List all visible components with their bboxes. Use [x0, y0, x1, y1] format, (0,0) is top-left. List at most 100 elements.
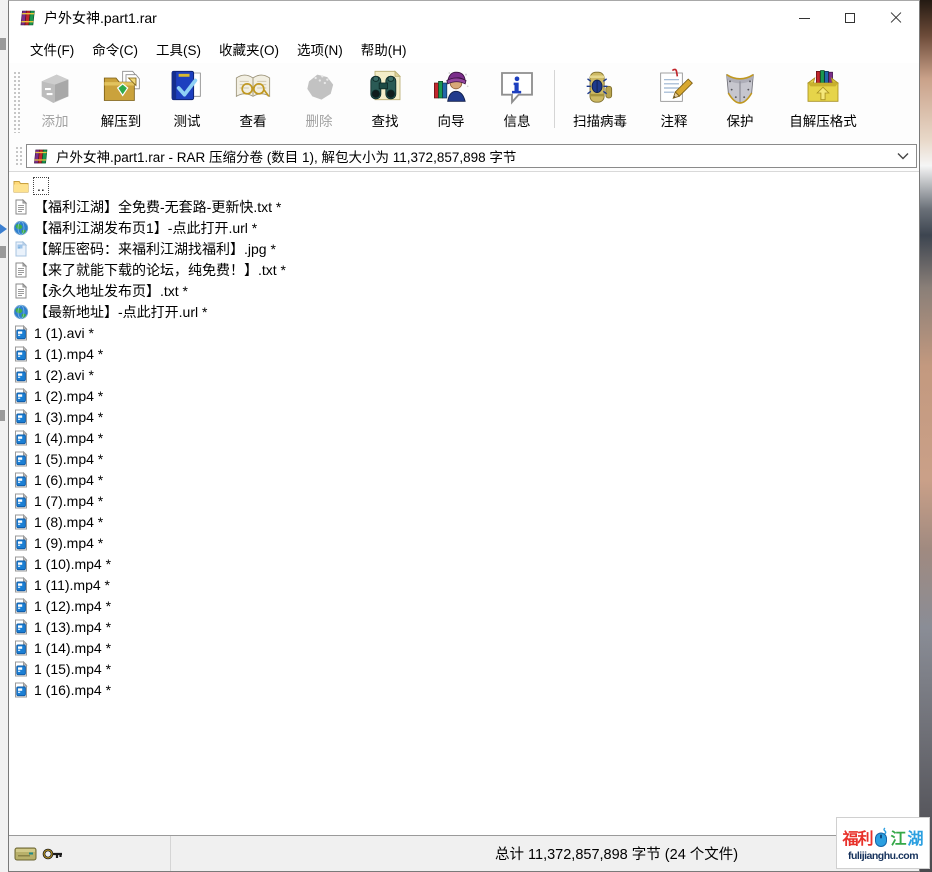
- file-row[interactable]: 【来了就能下载的论坛，纯免费！】.txt *: [13, 259, 919, 280]
- file-row[interactable]: 1 (14).mp4 *: [13, 637, 919, 658]
- archive-path-text: 户外女神.part1.rar - RAR 压缩分卷 (数目 1), 解包大小为 …: [56, 146, 894, 166]
- file-row[interactable]: 1 (3).mp4 *: [13, 406, 919, 427]
- chevron-down-icon[interactable]: [894, 152, 912, 160]
- key-icon[interactable]: [42, 844, 64, 864]
- menu-tools[interactable]: 工具(S): [147, 36, 210, 62]
- maximize-button[interactable]: [827, 1, 873, 35]
- menu-file[interactable]: 文件(F): [21, 36, 83, 62]
- file-name: 【解压密码：来福利江湖找福利】.jpg *: [34, 239, 276, 259]
- file-row[interactable]: 1 (4).mp4 *: [13, 427, 919, 448]
- maximize-icon: [845, 13, 855, 23]
- wizard-icon: [429, 68, 473, 108]
- media-file-icon: [13, 451, 29, 467]
- toolbar-button-view[interactable]: 查看: [220, 67, 286, 130]
- desktop-fragment: [0, 410, 5, 421]
- toolbar-button-test[interactable]: 测试: [154, 67, 220, 130]
- toolbar-button-label: 解压到: [101, 110, 142, 130]
- file-row[interactable]: 【解压密码：来福利江湖找福利】.jpg *: [13, 238, 919, 259]
- drive-icon[interactable]: [14, 844, 38, 864]
- media-file-icon: [13, 514, 29, 530]
- file-row[interactable]: 1 (11).mp4 *: [13, 574, 919, 595]
- file-name: 1 (8).mp4 *: [34, 514, 103, 530]
- extract-icon: [99, 68, 143, 108]
- addressbar-gripper[interactable]: [15, 146, 22, 166]
- file-row[interactable]: 1 (9).mp4 *: [13, 532, 919, 553]
- file-row[interactable]: 1 (7).mp4 *: [13, 490, 919, 511]
- file-name: 【永久地址发布页】.txt *: [34, 281, 188, 301]
- toolbar-button-label: 扫描病毒: [573, 110, 627, 130]
- address-bar: 户外女神.part1.rar - RAR 压缩分卷 (数目 1), 解包大小为 …: [9, 141, 919, 171]
- toolbar-button-sfx[interactable]: 自解压格式: [773, 67, 873, 130]
- toolbar-button-info[interactable]: 信息: [484, 67, 550, 130]
- test-icon: [165, 68, 209, 108]
- toolbar-button-label: 自解压格式: [789, 110, 857, 130]
- file-name: 1 (2).mp4 *: [34, 388, 103, 404]
- media-file-icon: [13, 682, 29, 698]
- toolbar-button-label: 添加: [42, 110, 69, 130]
- archive-path-combo[interactable]: 户外女神.part1.rar - RAR 压缩分卷 (数目 1), 解包大小为 …: [26, 144, 917, 168]
- toolbar-separator: [554, 70, 555, 128]
- media-file-icon: [13, 388, 29, 404]
- file-row[interactable]: ..: [13, 175, 919, 196]
- file-row[interactable]: 1 (2).avi *: [13, 364, 919, 385]
- file-row[interactable]: 1 (12).mp4 *: [13, 595, 919, 616]
- file-row[interactable]: 1 (16).mp4 *: [13, 679, 919, 700]
- file-name: 1 (1).avi *: [34, 325, 94, 341]
- file-name: 1 (7).mp4 *: [34, 493, 103, 509]
- toolbar-button-wizard[interactable]: 向导: [418, 67, 484, 130]
- comment-icon: [652, 68, 696, 108]
- file-row[interactable]: 1 (2).mp4 *: [13, 385, 919, 406]
- desktop-sliver-left: [0, 0, 8, 872]
- media-file-icon: [13, 409, 29, 425]
- watermark-text-jiang: 江: [890, 825, 906, 849]
- toolbar-button-protect[interactable]: 保护: [707, 67, 773, 130]
- file-name: 1 (2).avi *: [34, 367, 94, 383]
- toolbar-gripper[interactable]: [13, 71, 20, 133]
- delete-icon: [297, 68, 341, 108]
- menu-options[interactable]: 选项(N): [288, 36, 352, 62]
- txt-file-icon: [13, 283, 29, 299]
- file-row[interactable]: 1 (13).mp4 *: [13, 616, 919, 637]
- toolbar-button-label: 删除: [306, 110, 333, 130]
- find-icon: [363, 68, 407, 108]
- file-row[interactable]: 1 (1).avi *: [13, 322, 919, 343]
- toolbar-button-extract[interactable]: 解压到: [88, 67, 154, 130]
- file-row[interactable]: 【最新地址】-点此打开.url *: [13, 301, 919, 322]
- toolbar-button-scan[interactable]: 扫描病毒: [559, 67, 641, 130]
- toolbar-button-comment[interactable]: 注释: [641, 67, 707, 130]
- media-file-icon: [13, 367, 29, 383]
- file-row[interactable]: 1 (1).mp4 *: [13, 343, 919, 364]
- file-list: .. 【福利江湖】全免费-无套路-更新快.txt * 【福利江湖发布页1】-点此…: [9, 171, 919, 836]
- watermark-text-hu: 湖: [908, 825, 924, 849]
- file-row[interactable]: 1 (6).mp4 *: [13, 469, 919, 490]
- toolbar-button-label: 向导: [438, 110, 465, 130]
- close-button[interactable]: [873, 1, 919, 35]
- window-title: 户外女神.part1.rar: [44, 8, 157, 28]
- menu-favorites[interactable]: 收藏夹(O): [210, 36, 288, 62]
- media-file-icon: [13, 577, 29, 593]
- toolbar-button-add: 添加: [22, 67, 88, 130]
- statusbar-icon-pane: [9, 836, 171, 871]
- menu-help[interactable]: 帮助(H): [352, 36, 416, 62]
- file-row[interactable]: 1 (10).mp4 *: [13, 553, 919, 574]
- file-name: 【福利江湖发布页1】-点此打开.url *: [34, 218, 257, 238]
- media-file-icon: [13, 661, 29, 677]
- file-row[interactable]: 【福利江湖发布页1】-点此打开.url *: [13, 217, 919, 238]
- media-file-icon: [13, 493, 29, 509]
- file-row[interactable]: 1 (8).mp4 *: [13, 511, 919, 532]
- file-name: 1 (11).mp4 *: [34, 577, 110, 593]
- file-name: 1 (13).mp4 *: [34, 619, 111, 635]
- menu-commands[interactable]: 命令(C): [83, 36, 147, 62]
- file-row[interactable]: 【永久地址发布页】.txt *: [13, 280, 919, 301]
- url-file-icon: [13, 220, 29, 236]
- desktop-fragment: [0, 246, 6, 258]
- file-row[interactable]: 1 (15).mp4 *: [13, 658, 919, 679]
- desktop-fragment-arrow: [0, 224, 7, 234]
- file-row[interactable]: 1 (5).mp4 *: [13, 448, 919, 469]
- statusbar-total: 总计 11,372,857,898 字节 (24 个文件): [495, 836, 738, 871]
- toolbar: 添加 解压到 测试 查看 删除 查找 向导 信息 扫描病毒 注释 保护 自解压格…: [9, 63, 919, 141]
- minimize-icon: [799, 18, 810, 19]
- file-row[interactable]: 【福利江湖】全免费-无套路-更新快.txt *: [13, 196, 919, 217]
- minimize-button[interactable]: [781, 1, 827, 35]
- toolbar-button-find[interactable]: 查找: [352, 67, 418, 130]
